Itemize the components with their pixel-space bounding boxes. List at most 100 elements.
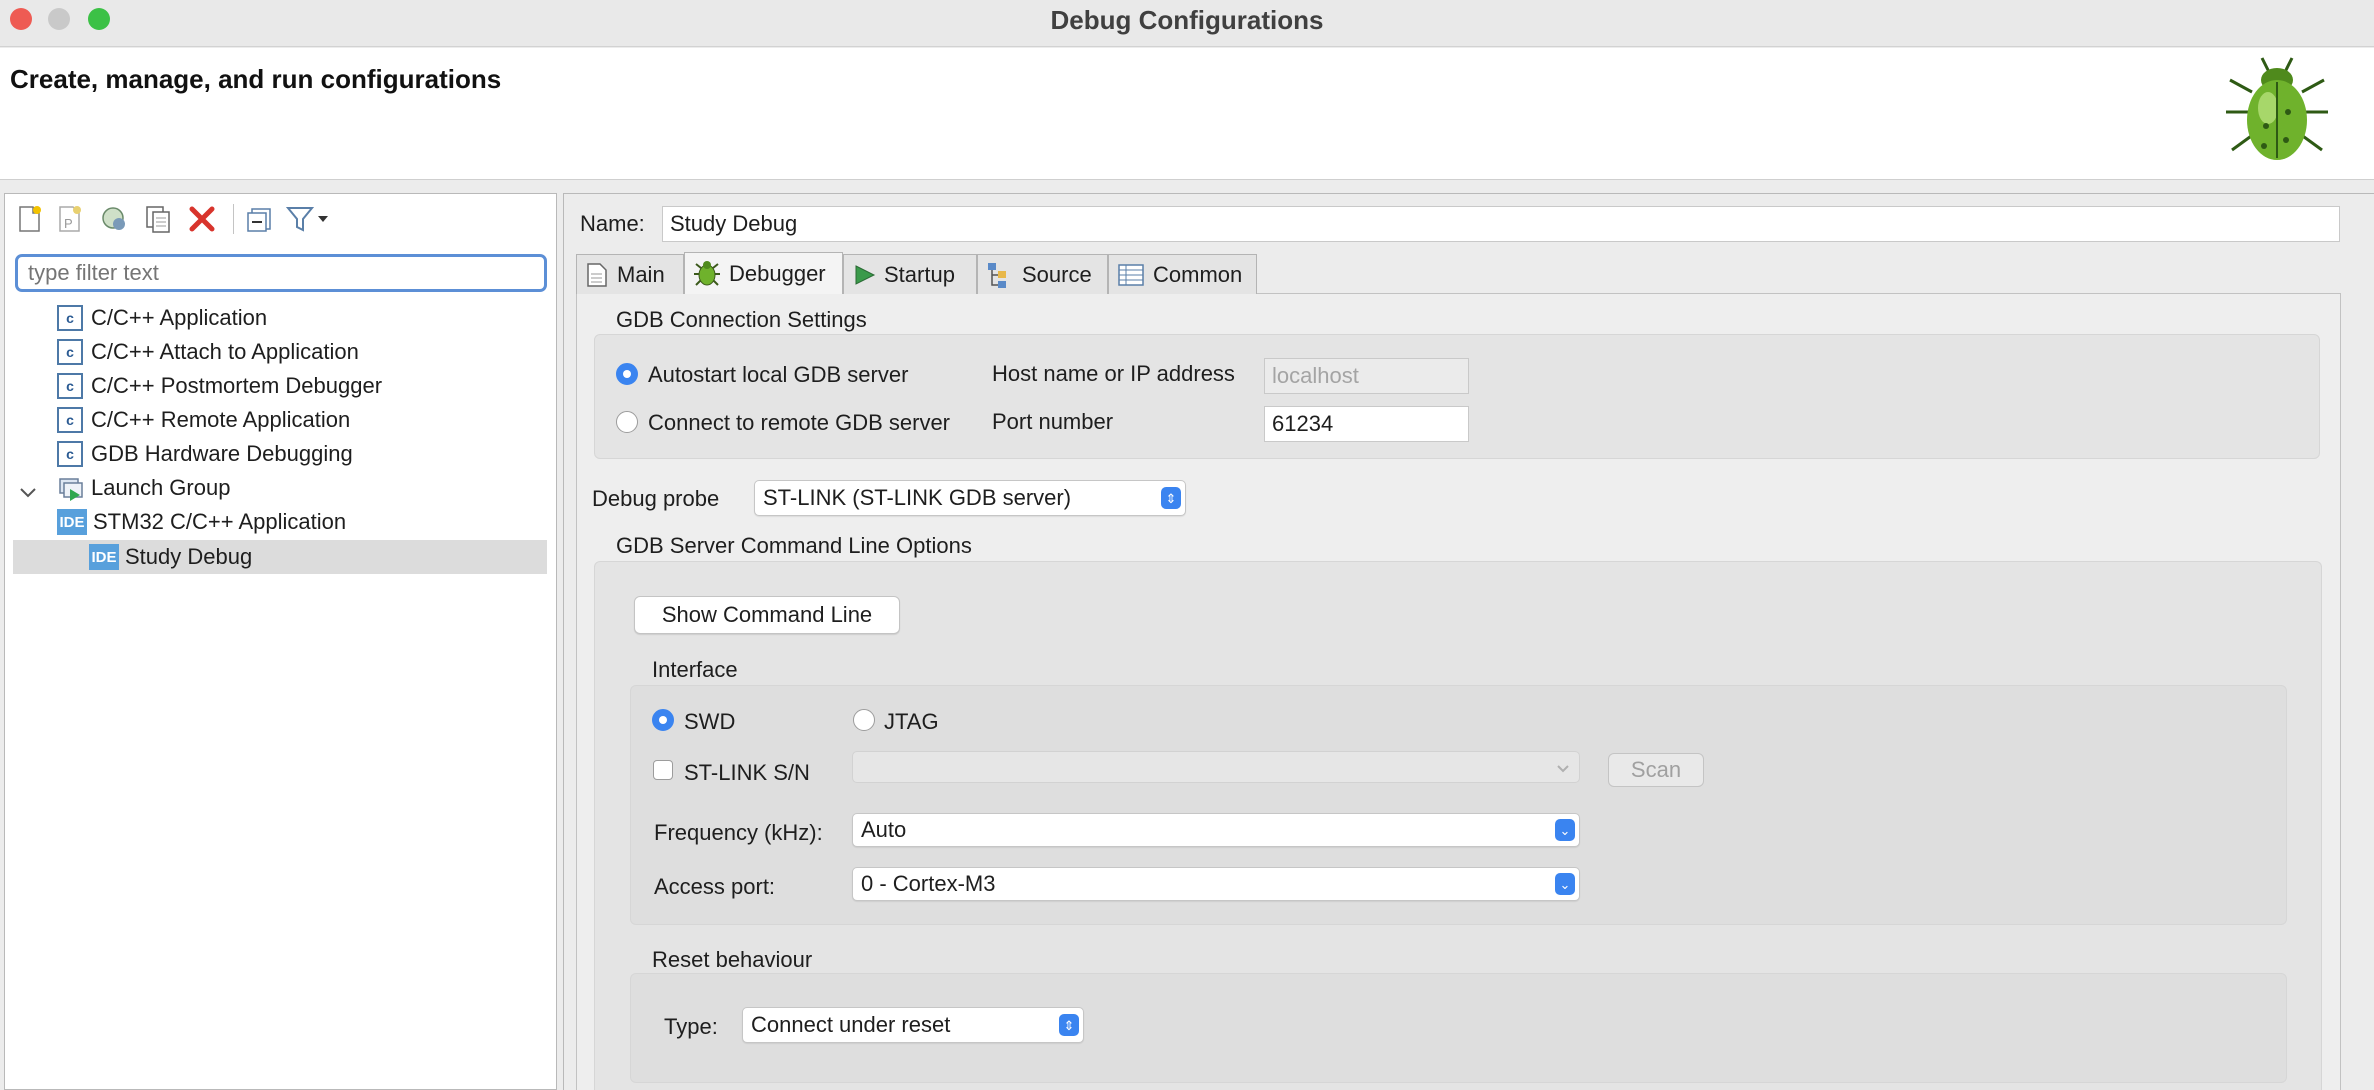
name-input-value: Study Debug	[670, 211, 798, 236]
bug-logo-icon	[2226, 57, 2328, 160]
show-command-line-label: Show Command Line	[661, 602, 873, 627]
tree-item-label: C/C++ Postmortem Debugger	[91, 373, 383, 398]
jtag-radio[interactable]	[853, 709, 875, 731]
show-command-line-button[interactable]: Show Command Line	[634, 596, 900, 634]
tree-item-cpp-attach[interactable]: c C/C++ Attach to Application	[57, 336, 359, 368]
svg-text:P: P	[64, 216, 73, 231]
configuration-tree-panel: P c C/C++ Application c C/C++ Attach to …	[4, 193, 557, 1090]
tree-item-label: Study Debug	[125, 544, 253, 569]
tree-item-cpp-remote[interactable]: c C/C++ Remote Application	[57, 404, 350, 436]
stlink-sn-checkbox[interactable]	[653, 760, 673, 780]
tree-item-stm32-application[interactable]: IDE STM32 C/C++ Application	[57, 506, 346, 538]
chevron-down-icon	[1557, 765, 1569, 773]
tree-item-label: GDB Hardware Debugging	[91, 441, 353, 466]
tree-item-gdb-hardware[interactable]: c GDB Hardware Debugging	[57, 438, 353, 470]
tree-item-label: C/C++ Application	[91, 305, 268, 330]
port-input-value: 61234	[1272, 411, 1334, 436]
remote-radio[interactable]	[616, 411, 638, 433]
debug-probe-select[interactable]: ST-LINK (ST-LINK GDB server) ⇕	[754, 480, 1186, 516]
scan-button[interactable]: Scan	[1608, 753, 1704, 787]
frequency-value: Auto	[861, 817, 907, 842]
delete-icon[interactable]	[187, 204, 217, 234]
reset-title: Reset behaviour	[652, 947, 813, 972]
c-config-icon: c	[57, 441, 83, 467]
tree-item-label: STM32 C/C++ Application	[93, 509, 347, 534]
tree-toolbar: P	[5, 194, 556, 244]
tab-label: Common	[1153, 261, 1243, 287]
filter-input[interactable]	[15, 254, 547, 292]
tab-label: Main	[617, 261, 665, 287]
tab-label: Startup	[884, 261, 955, 287]
ide-icon: IDE	[57, 509, 87, 535]
server-options-title: GDB Server Command Line Options	[616, 533, 972, 558]
swd-radio[interactable]	[652, 709, 674, 731]
tab-startup[interactable]: Startup	[843, 254, 977, 294]
tab-label: Source	[1022, 261, 1092, 287]
export-icon[interactable]	[99, 204, 129, 234]
reset-type-label: Type:	[664, 1014, 718, 1039]
debugger-tab-icon	[694, 260, 720, 286]
frequency-select[interactable]: Auto ⌄	[852, 813, 1580, 847]
filter-icon[interactable]	[285, 204, 315, 234]
name-input[interactable]: Study Debug	[662, 206, 2340, 242]
tab-main[interactable]: Main	[576, 254, 684, 294]
chevron-down-icon: ⌄	[1555, 819, 1575, 841]
launch-group-icon	[59, 478, 83, 501]
access-port-select[interactable]: 0 - Cortex-M3 ⌄	[852, 867, 1580, 901]
name-label: Name:	[580, 211, 645, 236]
stlink-sn-label: ST-LINK S/N	[684, 760, 810, 785]
port-label: Port number	[992, 409, 1114, 434]
updown-arrow-icon: ⇕	[1161, 487, 1181, 509]
c-config-icon: c	[57, 373, 83, 399]
source-tab-icon	[988, 262, 1006, 288]
window-title: Debug Configurations	[1050, 5, 1324, 35]
ide-icon: IDE	[89, 544, 119, 570]
duplicate-icon[interactable]	[143, 204, 173, 234]
dialog-header: Create, manage, and run configurations	[0, 48, 2374, 180]
new-config-icon[interactable]	[15, 204, 45, 234]
filter-dropdown-icon[interactable]	[315, 204, 331, 234]
tree-item-cpp-application[interactable]: c C/C++ Application	[57, 302, 267, 334]
autostart-label: Autostart local GDB server	[648, 362, 909, 387]
tab-common[interactable]: Common	[1108, 254, 1257, 294]
new-prototype-icon[interactable]: P	[55, 204, 85, 234]
gdb-connection-title: GDB Connection Settings	[616, 307, 867, 332]
tree-item-study-debug[interactable]: IDE Study Debug	[89, 541, 252, 573]
c-config-icon: c	[57, 407, 83, 433]
toolbar-separator	[233, 204, 234, 234]
updown-arrow-icon: ⇕	[1059, 1014, 1079, 1036]
debug-probe-label: Debug probe	[592, 486, 720, 511]
chevron-down-icon[interactable]	[19, 480, 37, 506]
swd-label: SWD	[684, 709, 736, 734]
access-port-label: Access port:	[654, 874, 776, 899]
tree-item-launch-group[interactable]: Launch Group	[57, 472, 230, 504]
debug-probe-value: ST-LINK (ST-LINK GDB server)	[763, 485, 1072, 510]
host-label: Host name or IP address	[992, 361, 1235, 386]
tab-label: Debugger	[729, 260, 826, 286]
c-config-icon: c	[57, 339, 83, 365]
reset-type-value: Connect under reset	[751, 1012, 951, 1037]
header-title: Create, manage, and run configurations	[10, 64, 502, 94]
c-config-icon: c	[57, 305, 83, 331]
autostart-radio[interactable]	[616, 363, 638, 385]
main-tab-icon	[587, 262, 607, 287]
startup-tab-icon	[855, 264, 876, 285]
host-input[interactable]: localhost	[1264, 358, 1469, 394]
tab-debugger[interactable]: Debugger	[684, 252, 843, 294]
common-tab-icon	[1118, 263, 1144, 286]
chevron-down-icon: ⌄	[1555, 873, 1575, 895]
interface-title: Interface	[652, 657, 738, 682]
port-input[interactable]: 61234	[1264, 406, 1469, 442]
host-input-value: localhost	[1272, 363, 1359, 388]
tree-item-label: C/C++ Remote Application	[91, 407, 351, 432]
tree-item-cpp-postmortem[interactable]: c C/C++ Postmortem Debugger	[57, 370, 382, 402]
tree-item-label: C/C++ Attach to Application	[91, 339, 359, 364]
collapse-all-icon[interactable]	[245, 204, 275, 234]
title-bar: Debug Configurations	[0, 0, 2374, 47]
stlink-sn-select[interactable]	[852, 751, 1580, 783]
remote-label: Connect to remote GDB server	[648, 410, 951, 435]
access-port-value: 0 - Cortex-M3	[861, 871, 996, 896]
reset-type-select[interactable]: Connect under reset ⇕	[742, 1007, 1084, 1043]
jtag-label: JTAG	[884, 709, 939, 734]
tab-source[interactable]: Source	[977, 254, 1108, 294]
